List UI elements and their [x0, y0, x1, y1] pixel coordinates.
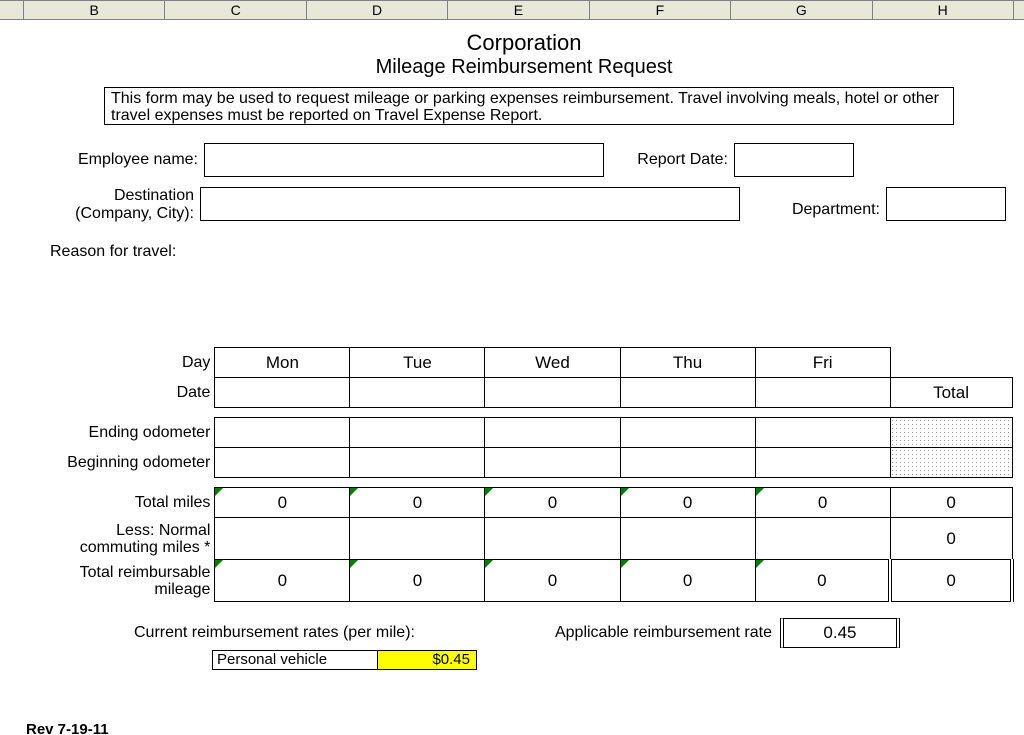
column-headers: B C D E F G H: [0, 0, 1024, 20]
day-row-label: Day: [24, 348, 215, 378]
commuting-label-line2: commuting miles *: [80, 539, 211, 556]
employee-name-input[interactable]: [204, 143, 604, 177]
worksheet: Corporation Mileage Reimbursement Reques…: [0, 20, 1024, 733]
department-label: Department:: [740, 187, 886, 219]
date-thu[interactable]: [620, 378, 755, 408]
begin-odo-tue[interactable]: [350, 448, 485, 478]
applicable-rate-label: Applicable reimbursement rate: [555, 624, 772, 642]
personal-vehicle-label: Personal vehicle: [212, 650, 377, 670]
day-wed: Wed: [485, 348, 620, 378]
begin-odo-mon[interactable]: [215, 448, 350, 478]
instructions-box: This form may be used to request mileage…: [104, 87, 954, 125]
commute-fri[interactable]: [755, 518, 890, 560]
col-tail: [1014, 0, 1024, 19]
day-tue: Tue: [350, 348, 485, 378]
date-wed[interactable]: [485, 378, 620, 408]
total-miles-total: 0: [890, 488, 1012, 518]
department-input[interactable]: [886, 187, 1006, 221]
col-B[interactable]: B: [24, 0, 165, 19]
reimb-tue[interactable]: 0: [350, 560, 485, 602]
reimb-mon[interactable]: 0: [215, 560, 350, 602]
instructions-text: This form may be used to request mileage…: [111, 90, 939, 124]
ending-odometer-label: Ending odometer: [24, 418, 215, 448]
ending-odo-tue[interactable]: [350, 418, 485, 448]
report-date-input[interactable]: [734, 143, 854, 177]
commuting-label-line1: Less: Normal: [116, 522, 210, 539]
destination-label-line2: (Company, City):: [75, 205, 194, 222]
mileage-table: Day Mon Tue Wed Thu Fri Date Total Endin…: [24, 347, 1014, 602]
reimbursable-label-line1: Total reimbursable: [80, 564, 211, 581]
col-D[interactable]: D: [307, 0, 448, 19]
ending-odo-total: [890, 418, 1012, 448]
reimb-total: 0: [890, 560, 1012, 602]
col-C[interactable]: C: [165, 0, 306, 19]
total-miles-wed[interactable]: 0: [485, 488, 620, 518]
day-mon: Mon: [215, 348, 350, 378]
corporation-title: Corporation: [24, 30, 1024, 56]
day-fri: Fri: [755, 348, 890, 378]
commute-thu[interactable]: [620, 518, 755, 560]
reimb-fri[interactable]: 0: [755, 560, 890, 602]
col-H[interactable]: H: [873, 0, 1014, 19]
commute-total: 0: [890, 518, 1012, 560]
col-F[interactable]: F: [590, 0, 731, 19]
reimb-thu[interactable]: 0: [620, 560, 755, 602]
col-G[interactable]: G: [731, 0, 872, 19]
begin-odo-thu[interactable]: [620, 448, 755, 478]
total-miles-label: Total miles: [24, 488, 215, 518]
total-miles-mon[interactable]: 0: [215, 488, 350, 518]
total-miles-tue[interactable]: 0: [350, 488, 485, 518]
col-stub: [0, 0, 24, 19]
commute-tue[interactable]: [350, 518, 485, 560]
destination-input[interactable]: [200, 187, 740, 221]
date-mon[interactable]: [215, 378, 350, 408]
commute-mon[interactable]: [215, 518, 350, 560]
ending-odo-wed[interactable]: [485, 418, 620, 448]
begin-odo-wed[interactable]: [485, 448, 620, 478]
current-rates-label: Current reimbursement rates (per mile):: [134, 624, 415, 642]
begin-odo-total: [890, 448, 1012, 478]
date-fri[interactable]: [755, 378, 890, 408]
form-title: Mileage Reimbursement Request: [24, 56, 1024, 79]
commute-wed[interactable]: [485, 518, 620, 560]
applicable-rate-value[interactable]: 0.45: [780, 618, 900, 648]
reimbursable-label-line2: mileage: [154, 581, 210, 598]
total-miles-thu[interactable]: 0: [620, 488, 755, 518]
ending-odo-mon[interactable]: [215, 418, 350, 448]
report-date-label: Report Date:: [604, 143, 734, 169]
employee-name-label: Employee name:: [24, 143, 204, 169]
begin-odo-fri[interactable]: [755, 448, 890, 478]
destination-label-line1: Destination: [114, 187, 194, 204]
reimb-wed[interactable]: 0: [485, 560, 620, 602]
beginning-odometer-label: Beginning odometer: [24, 448, 215, 478]
date-row-label: Date: [24, 378, 215, 408]
ending-odo-thu[interactable]: [620, 418, 755, 448]
day-thu: Thu: [620, 348, 755, 378]
reason-for-travel-label: Reason for travel:: [50, 243, 1024, 261]
total-miles-fri[interactable]: 0: [755, 488, 890, 518]
ending-odo-fri[interactable]: [755, 418, 890, 448]
total-header: Total: [890, 378, 1012, 408]
col-E[interactable]: E: [448, 0, 589, 19]
personal-vehicle-rate[interactable]: $0.45: [377, 650, 477, 670]
date-tue[interactable]: [350, 378, 485, 408]
